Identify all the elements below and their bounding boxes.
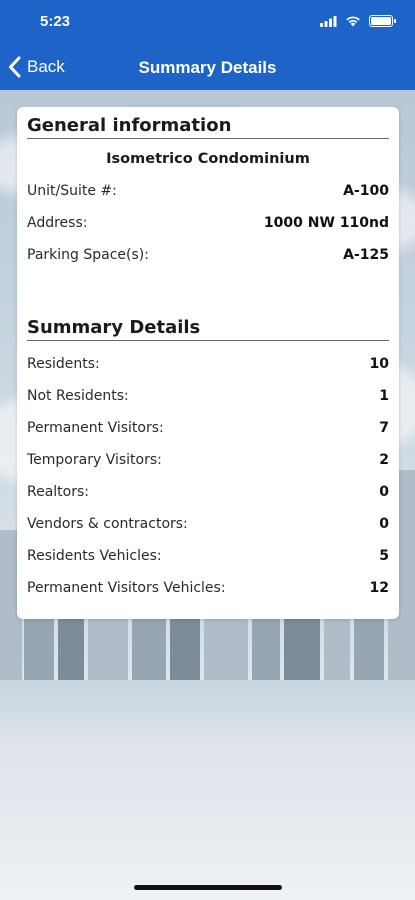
row-value: 5 xyxy=(379,548,389,564)
row-label: Parking Space(s): xyxy=(27,247,149,263)
status-time: 5:23 xyxy=(40,13,71,30)
general-information-heading: General information xyxy=(27,115,389,139)
unit-suite-row: Unit/Suite #: A-100 xyxy=(27,175,389,207)
row-label: Permanent Visitors: xyxy=(27,420,164,436)
row-value: 2 xyxy=(379,452,389,468)
residents-row: Residents: 10 xyxy=(27,348,389,380)
row-label: Realtors: xyxy=(27,484,90,500)
row-value: 12 xyxy=(369,580,389,596)
condominium-name: Isometrico Condominium xyxy=(106,151,310,167)
row-value: A-100 xyxy=(343,183,389,199)
cellular-signal-icon xyxy=(320,15,337,27)
parking-space-row: Parking Space(s): A-125 xyxy=(27,239,389,271)
row-value: 0 xyxy=(379,516,389,532)
row-label: Residents: xyxy=(27,356,100,372)
row-value: A-125 xyxy=(343,247,389,263)
summary-details-list: Residents: 10 Not Residents: 1 Permanent… xyxy=(27,348,389,604)
home-indicator[interactable] xyxy=(134,885,282,890)
status-bar: 5:23 xyxy=(0,0,415,44)
permanent-visitors-vehicles-row: Permanent Visitors Vehicles: 12 xyxy=(27,572,389,604)
residents-vehicles-row: Residents Vehicles: 5 xyxy=(27,540,389,572)
address-row: Address: 1000 NW 110nd xyxy=(27,207,389,239)
not-residents-row: Not Residents: 1 xyxy=(27,380,389,412)
row-label: Not Residents: xyxy=(27,388,129,404)
row-label: Temporary Visitors: xyxy=(27,452,162,468)
status-icons xyxy=(320,15,396,27)
row-value: 10 xyxy=(369,356,389,372)
row-label: Unit/Suite #: xyxy=(27,183,117,199)
realtors-row: Realtors: 0 xyxy=(27,476,389,508)
row-label: Permanent Visitors Vehicles: xyxy=(27,580,226,596)
page-title: Summary Details xyxy=(138,58,277,77)
wifi-icon xyxy=(346,16,360,27)
permanent-visitors-row: Permanent Visitors: 7 xyxy=(27,412,389,444)
row-value: 7 xyxy=(379,420,389,436)
row-label: Vendors & contractors: xyxy=(27,516,188,532)
row-label: Address: xyxy=(27,215,88,231)
row-value: 1000 NW 110nd xyxy=(263,215,389,231)
row-value: 1 xyxy=(379,388,389,404)
temporary-visitors-row: Temporary Visitors: 2 xyxy=(27,444,389,476)
vendors-contractors-row: Vendors & contractors: 0 xyxy=(27,508,389,540)
navigation-bar: Back Summary Details xyxy=(0,44,415,90)
summary-details-section: Summary Details Residents: 10 Not Reside… xyxy=(27,317,389,604)
summary-details-heading: Summary Details xyxy=(27,317,389,341)
row-label: Residents Vehicles: xyxy=(27,548,162,564)
battery-icon xyxy=(369,15,396,27)
summary-card: General information Isometrico Condomini… xyxy=(17,107,399,619)
general-info-list: Unit/Suite #: A-100 Address: 1000 NW 110… xyxy=(27,175,389,271)
row-value: 0 xyxy=(379,484,389,500)
